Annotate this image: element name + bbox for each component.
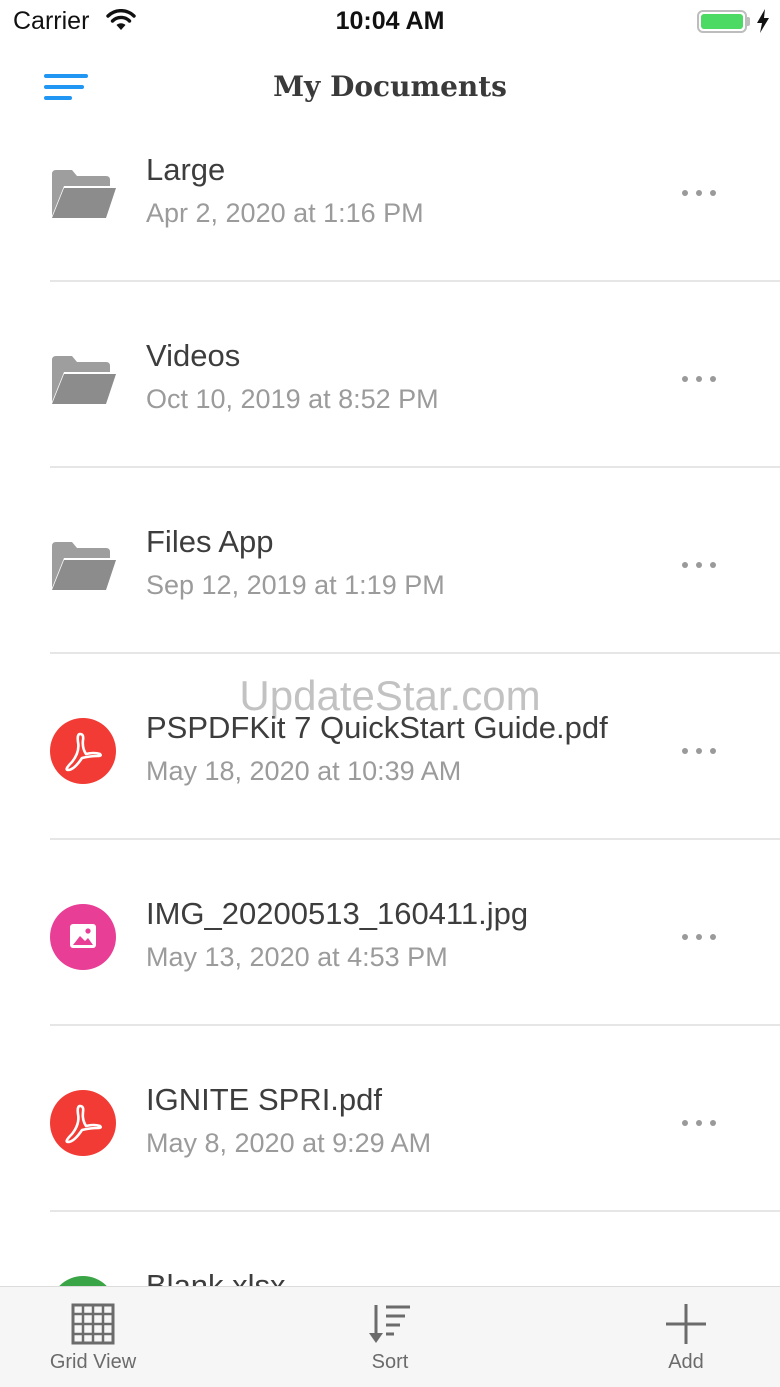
list-item[interactable]: Blank.xlsx — [0, 1212, 780, 1286]
status-time: 10:04 AM — [335, 7, 445, 35]
more-options-icon[interactable] — [672, 920, 726, 954]
folder-icon — [50, 160, 116, 226]
item-date: Oct 10, 2019 at 8:52 PM — [146, 384, 439, 414]
item-title: Files App — [146, 524, 274, 559]
grid-view-label: Grid View — [49, 1351, 137, 1373]
more-options-icon[interactable] — [672, 176, 726, 210]
add-button[interactable]: Add — [606, 1287, 766, 1387]
more-options-icon[interactable] — [672, 548, 726, 582]
item-title: IMG_20200513_160411.jpg — [146, 896, 529, 931]
item-date: Sep 12, 2019 at 1:19 PM — [146, 570, 445, 600]
item-title: Videos — [146, 338, 241, 373]
document-list[interactable]: Large Apr 2, 2020 at 1:16 PM Videos Oct … — [0, 96, 780, 1286]
list-item[interactable]: IMG_20200513_160411.jpg May 13, 2020 at … — [0, 840, 780, 1026]
grid-view-button[interactable]: Grid View — [13, 1287, 173, 1387]
item-title: PSPDFKit 7 QuickStart Guide.pdf — [146, 710, 608, 745]
bottom-toolbar: Grid View Sort Add — [0, 1286, 780, 1387]
grid-icon — [71, 1303, 115, 1345]
folder-icon — [50, 532, 116, 598]
item-date: May 8, 2020 at 9:29 AM — [146, 1128, 432, 1158]
sort-button[interactable]: Sort — [310, 1287, 470, 1387]
pdf-icon — [50, 1090, 116, 1156]
list-item[interactable]: Large Apr 2, 2020 at 1:16 PM — [0, 96, 780, 282]
folder-icon — [50, 346, 116, 412]
spreadsheet-icon — [50, 1276, 116, 1286]
add-label: Add — [668, 1351, 704, 1373]
more-options-icon[interactable] — [672, 1106, 726, 1140]
charging-bolt-icon — [756, 9, 770, 38]
list-item[interactable]: PSPDFKit 7 QuickStart Guide.pdf May 18, … — [0, 654, 780, 840]
more-options-icon[interactable] — [672, 734, 726, 768]
battery-icon — [697, 10, 747, 33]
pdf-icon — [50, 718, 116, 784]
battery-nub — [747, 17, 750, 26]
item-date: May 13, 2020 at 4:53 PM — [146, 942, 448, 972]
list-item[interactable]: IGNITE SPRI.pdf May 8, 2020 at 9:29 AM — [0, 1026, 780, 1212]
status-bar: Carrier 10:04 AM — [0, 0, 780, 44]
item-date: May 18, 2020 at 10:39 AM — [146, 756, 462, 786]
sort-icon — [369, 1305, 410, 1343]
item-title: Blank.xlsx — [146, 1268, 286, 1286]
image-icon — [50, 904, 116, 970]
item-title: IGNITE SPRI.pdf — [146, 1082, 383, 1117]
more-options-icon[interactable] — [672, 362, 726, 396]
item-date: Apr 2, 2020 at 1:16 PM — [146, 198, 424, 228]
plus-icon — [666, 1304, 706, 1344]
list-item[interactable]: Files App Sep 12, 2019 at 1:19 PM — [0, 468, 780, 654]
item-title: Large — [146, 152, 226, 187]
sort-label: Sort — [371, 1351, 409, 1373]
list-item[interactable]: Videos Oct 10, 2019 at 8:52 PM — [0, 282, 780, 468]
